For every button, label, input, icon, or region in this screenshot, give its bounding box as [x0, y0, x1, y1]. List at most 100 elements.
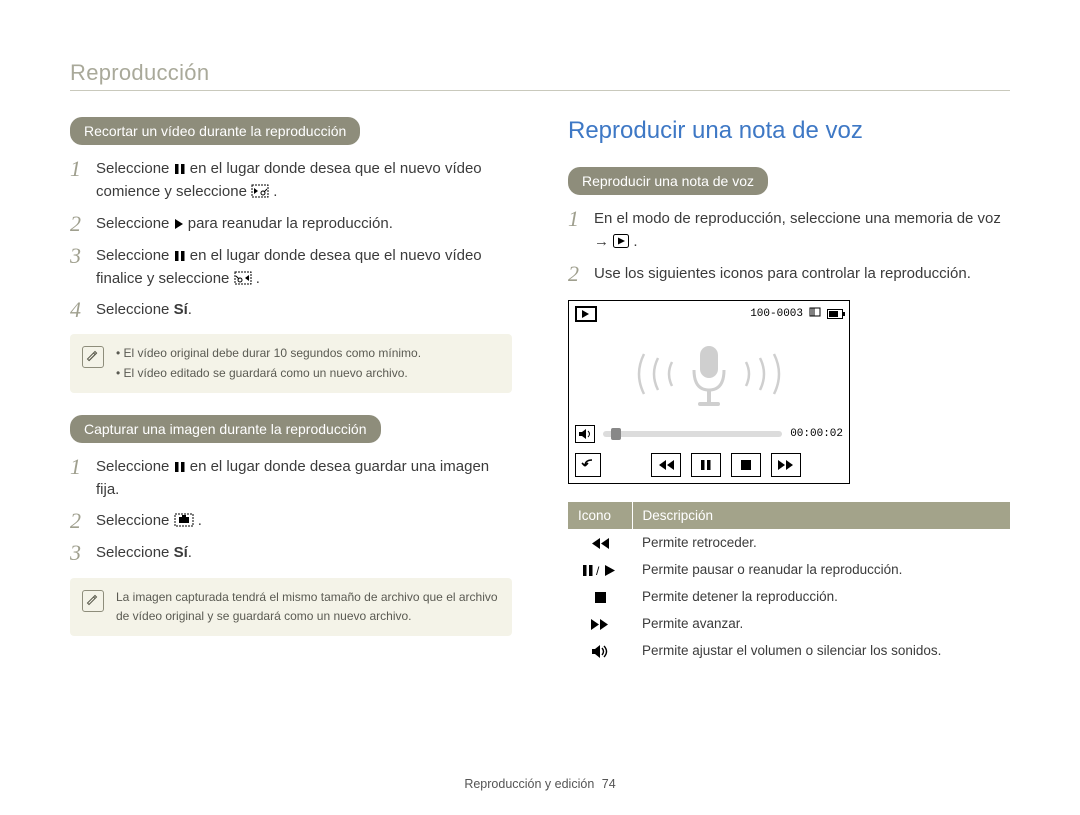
steps-voice: 1 En el modo de reproducción, seleccione… — [568, 207, 1010, 286]
note-box: La imagen capturada tendrá el mismo tama… — [70, 578, 512, 636]
step-number: 3 — [70, 244, 86, 268]
step-text: Seleccione Sí. — [96, 298, 192, 321]
bold-text: Sí — [174, 544, 188, 561]
section-breadcrumb: Reproducción — [70, 60, 1010, 86]
page-footer: Reproducción y edición 74 — [0, 777, 1080, 791]
text-fragment: . — [633, 233, 637, 250]
play-icon — [174, 218, 184, 230]
text-fragment: Seleccione — [96, 301, 174, 318]
heading-pill-capture-image: Capturar una imagen durante la reproducc… — [70, 415, 381, 443]
text-fragment: Seleccione — [96, 160, 174, 177]
step-number: 2 — [70, 212, 86, 236]
step-text: Use los siguientes iconos para controlar… — [594, 262, 971, 285]
pause-button[interactable] — [691, 453, 721, 477]
stop-button[interactable] — [731, 453, 761, 477]
memory-icon — [809, 306, 821, 322]
play-circle-icon — [613, 234, 629, 248]
step-text: Seleccione en el lugar donde desea que e… — [96, 244, 512, 291]
note-icon — [82, 346, 104, 368]
volume-icon — [591, 643, 609, 658]
text-fragment: Seleccione — [96, 512, 174, 529]
table-row: Permite detener la reproducción. — [568, 583, 1010, 610]
rewind-icon — [590, 535, 610, 550]
volume-button[interactable] — [575, 425, 595, 443]
section-rule — [70, 90, 1010, 91]
step-number: 3 — [70, 541, 86, 565]
right-column: Reproducir una nota de voz Reproducir un… — [568, 117, 1010, 665]
footer-text: Reproducción y edición — [464, 777, 594, 791]
step-number: 1 — [568, 207, 584, 231]
svg-text:/: / — [596, 564, 600, 577]
battery-icon — [827, 309, 843, 319]
steps-capture-image: 1 Seleccione en el lugar donde desea gua… — [70, 455, 512, 566]
pause-icon — [174, 461, 186, 473]
left-column: Recortar un vídeo durante la reproducció… — [70, 117, 512, 665]
step-number: 2 — [70, 509, 86, 533]
slider-knob[interactable] — [611, 428, 621, 440]
step-item: 1 Seleccione en el lugar donde desea que… — [70, 157, 512, 204]
text-fragment: Seleccione — [96, 544, 174, 561]
elapsed-time: 00:00:02 — [790, 428, 843, 440]
heading-pill-voice: Reproducir una nota de voz — [568, 167, 768, 195]
device-screenshot: 100-0003 — [568, 300, 850, 484]
step-text: Seleccione . — [96, 509, 202, 532]
file-id: 100-0003 — [750, 308, 803, 320]
text-fragment: En el modo de reproducción, seleccione u… — [594, 210, 1001, 250]
note-box: El vídeo original debe durar 10 segundos… — [70, 334, 512, 392]
step-item: 4 Seleccione Sí. — [70, 298, 512, 322]
device-progress-row: 00:00:02 — [569, 421, 849, 447]
text-fragment: . — [188, 544, 192, 561]
table-header-row: Icono Descripción — [568, 502, 1010, 529]
note-line: El vídeo original debe durar 10 segundos… — [116, 344, 421, 363]
playback-mode-icon — [575, 306, 597, 322]
step-item: 2 Seleccione para reanudar la reproducci… — [70, 212, 512, 236]
text-fragment: Seleccione — [96, 247, 174, 264]
text-fragment: para reanudar la reproducción. — [188, 215, 393, 232]
device-controls-row — [569, 447, 849, 483]
step-item: 2 Seleccione . — [70, 509, 512, 533]
pause-icon — [174, 250, 186, 262]
text-fragment: . — [256, 270, 260, 287]
bold-text: Sí — [174, 301, 188, 318]
note-line: La imagen capturada tendrá el mismo tama… — [116, 588, 498, 626]
table-cell-desc: Permite retroceder. — [632, 529, 1010, 556]
step-item: 3 Seleccione en el lugar donde desea que… — [70, 244, 512, 291]
heading-pill-trim-video: Recortar un vídeo durante la reproducció… — [70, 117, 360, 145]
table-cell-desc: Permite avanzar. — [632, 610, 1010, 637]
step-number: 1 — [70, 455, 86, 479]
table-cell-desc: Permite pausar o reanudar la reproducció… — [632, 556, 1010, 583]
playback-controls — [609, 453, 843, 477]
table-row: Permite ajustar el volumen o silenciar l… — [568, 637, 1010, 665]
text-fragment: . — [273, 183, 277, 200]
col-header-icon: Icono — [568, 502, 632, 529]
pause-play-icon: / — [582, 562, 618, 577]
step-item: 3 Seleccione Sí. — [70, 541, 512, 565]
note-line: El vídeo editado se guardará como un nue… — [116, 364, 421, 383]
voice-memo-graphic — [569, 327, 849, 421]
col-header-desc: Descripción — [632, 502, 1010, 529]
page-number: 74 — [602, 777, 616, 791]
step-item: 1 En el modo de reproducción, seleccione… — [568, 207, 1010, 254]
capture-frame-icon — [174, 513, 194, 527]
step-number: 1 — [70, 157, 86, 181]
device-status-right: 100-0003 — [750, 306, 843, 322]
text-fragment: . — [198, 512, 202, 529]
step-text: Seleccione en el lugar donde desea que e… — [96, 157, 512, 204]
step-text: En el modo de reproducción, seleccione u… — [594, 207, 1010, 254]
text-fragment: Seleccione — [96, 215, 174, 232]
trim-start-icon — [251, 184, 269, 198]
stop-icon — [594, 589, 607, 604]
step-text: Seleccione en el lugar donde desea guard… — [96, 455, 512, 502]
table-cell-desc: Permite detener la reproducción. — [632, 583, 1010, 610]
note-icon — [82, 590, 104, 612]
two-column-layout: Recortar un vídeo durante la reproducció… — [70, 117, 1010, 665]
device-status-bar: 100-0003 — [569, 301, 849, 327]
progress-slider[interactable] — [603, 431, 782, 437]
step-number: 4 — [70, 298, 86, 322]
text-fragment: . — [188, 301, 192, 318]
rewind-button[interactable] — [651, 453, 681, 477]
forward-button[interactable] — [771, 453, 801, 477]
table-row: Permite avanzar. — [568, 610, 1010, 637]
text-fragment: Seleccione — [96, 458, 174, 475]
back-button[interactable] — [575, 453, 601, 477]
